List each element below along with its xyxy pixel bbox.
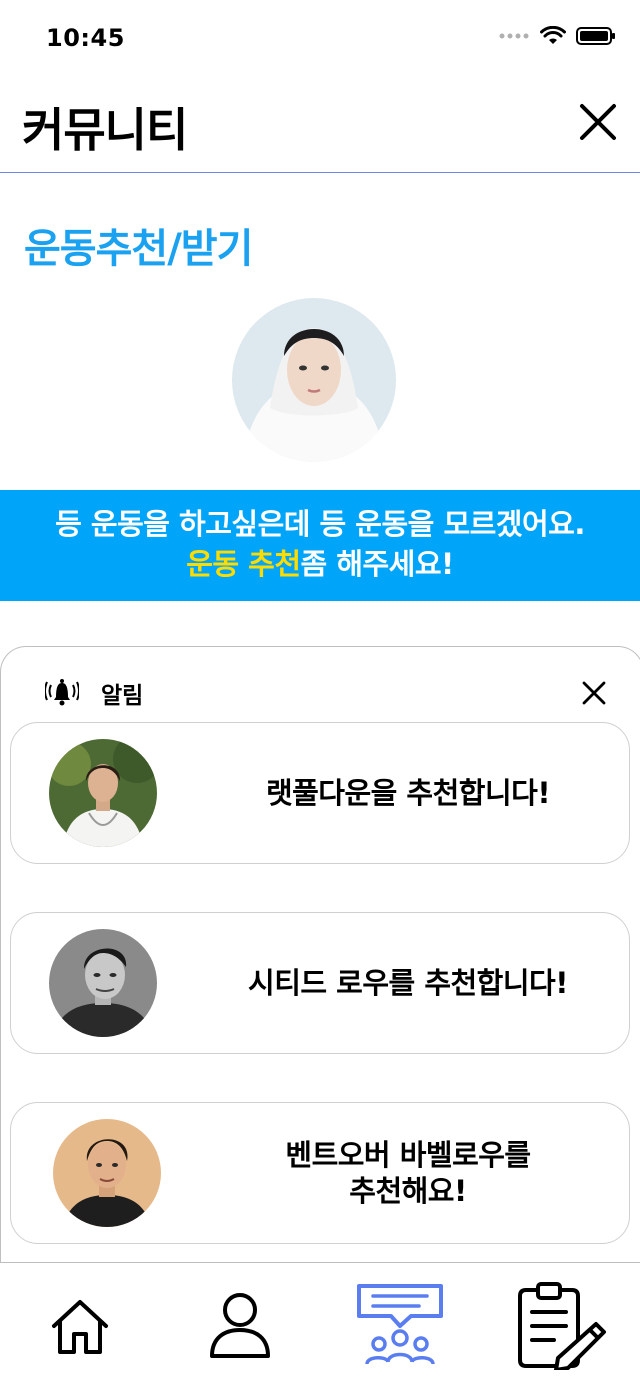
banner-line1: 등 운동을 하고싶은데 등 운동을 모르겠어요. — [55, 507, 585, 541]
tab-profile[interactable] — [160, 1263, 320, 1385]
tab-home[interactable] — [0, 1263, 160, 1385]
header: 커뮤니티 — [0, 80, 640, 173]
clipboard-icon — [518, 1281, 606, 1370]
bell-ringing-icon — [45, 679, 79, 706]
profile-avatar — [232, 298, 396, 462]
avatar — [49, 739, 157, 847]
close-icon[interactable] — [578, 102, 618, 142]
banner-line2-rest: 좀 해주세요! — [300, 547, 455, 581]
recommendation-card[interactable]: 벤트오버 바벨로우를 추천해요! — [10, 1102, 630, 1244]
person-icon — [210, 1292, 270, 1358]
notification-title: 알림 — [101, 683, 144, 709]
community-icon — [357, 1283, 443, 1365]
avatar — [49, 929, 157, 1037]
avatar — [53, 1119, 161, 1227]
close-icon[interactable] — [581, 680, 607, 706]
recommendation-text: 랫풀다운을 추천합니다! — [265, 776, 551, 810]
page-title: 커뮤니티 — [22, 103, 188, 157]
status-bar: 10:45 — [0, 0, 640, 80]
home-icon — [52, 1299, 108, 1354]
recommendation-text: 벤트오버 바벨로우를 추천해요! — [197, 1103, 619, 1243]
recommendation-text-line2: 추천해요! — [349, 1174, 467, 1208]
status-icons — [498, 26, 616, 46]
tab-community[interactable] — [320, 1263, 480, 1385]
banner-line2: 운동 추천좀 해주세요! — [0, 544, 640, 584]
recommendation-card[interactable]: 시티드 로우를 추천합니다! — [10, 912, 630, 1054]
status-time: 10:45 — [46, 24, 125, 52]
battery-icon — [576, 27, 615, 45]
section-title: 운동추천/받기 — [24, 226, 253, 272]
wifi-icon — [540, 26, 566, 44]
banner-highlight: 운동 추천 — [186, 547, 301, 581]
request-banner: 등 운동을 하고싶은데 등 운동을 모르겠어요. 운동 추천좀 해주세요! — [0, 490, 640, 601]
recommendation-text: 시티드 로우를 추천합니다! — [248, 966, 568, 1000]
tab-records[interactable] — [480, 1263, 640, 1385]
recommendation-card[interactable]: 랫풀다운을 추천합니다! — [10, 722, 630, 864]
signal-icon — [499, 33, 529, 39]
bottom-tab-bar — [0, 1262, 640, 1385]
recommendation-text-line1: 벤트오버 바벨로우를 — [285, 1138, 531, 1172]
